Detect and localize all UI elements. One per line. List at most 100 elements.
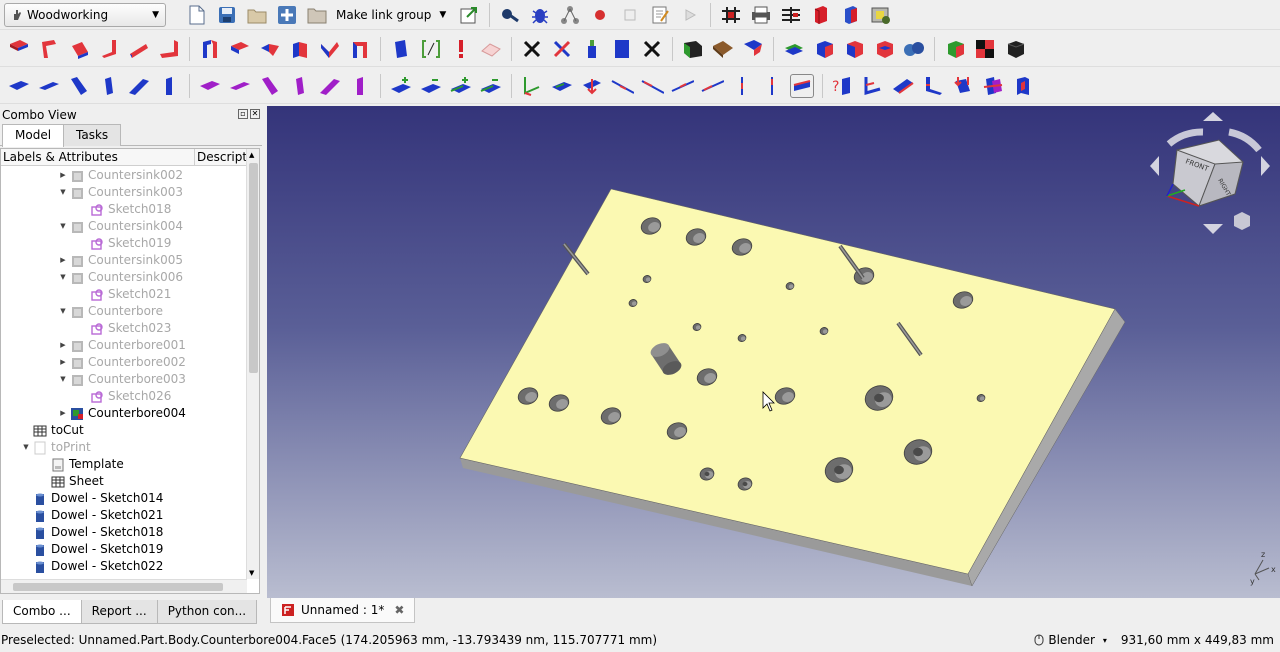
record-macro-button[interactable]: [588, 3, 612, 27]
tree-item-countersink006[interactable]: ▼ Countersink006: [1, 269, 247, 286]
tree-item-countersink003[interactable]: ▼ Countersink003: [1, 184, 247, 201]
panel-base-button[interactable]: [157, 37, 181, 61]
axis-button[interactable]: [520, 74, 544, 98]
tree-item-template[interactable]: Template: [1, 456, 247, 473]
tree-item-countersink002[interactable]: ▶ Countersink002: [1, 167, 247, 184]
magic-panel-button[interactable]: [869, 3, 893, 27]
add-part-button[interactable]: [275, 3, 299, 27]
shelf-top-button[interactable]: [228, 37, 252, 61]
wedge-board-button[interactable]: [891, 74, 915, 98]
tree-vertical-scrollbar[interactable]: ▲ ▼: [246, 149, 259, 579]
run-macro-button[interactable]: [678, 3, 702, 27]
mirror-z-button[interactable]: [258, 74, 282, 98]
add-minus-y-button[interactable]: [479, 74, 503, 98]
tree-item-sketch023[interactable]: Sketch023: [1, 320, 247, 337]
tree-item-counterbore003[interactable]: ▼ Counterbore003: [1, 371, 247, 388]
tree-item-tocut[interactable]: toCut: [1, 422, 247, 439]
panel-back-button[interactable]: [127, 37, 151, 61]
save-button[interactable]: [215, 3, 239, 27]
panel-corner-button[interactable]: [37, 37, 61, 61]
tree-horizontal-scrollbar[interactable]: [1, 579, 247, 593]
tab-tasks[interactable]: Tasks: [63, 124, 122, 146]
copy-z-button[interactable]: [348, 74, 372, 98]
group-folder-button[interactable]: [305, 3, 329, 27]
panel-top-button[interactable]: [67, 37, 91, 61]
tree-item-sketch026[interactable]: Sketch026: [1, 388, 247, 405]
open-folder-button[interactable]: [245, 3, 269, 27]
mirror-x-button[interactable]: [198, 74, 222, 98]
shelf-button[interactable]: [198, 37, 222, 61]
move-x-button[interactable]: [7, 74, 31, 98]
blue-panel-button[interactable]: [389, 37, 413, 61]
mixed-cube-button[interactable]: [872, 37, 896, 61]
collapse-icon[interactable]: ▼: [21, 439, 31, 456]
tree-item-counterbore002[interactable]: ▶ Counterbore002: [1, 354, 247, 371]
tree-item-countersink005[interactable]: ▶ Countersink005: [1, 252, 247, 269]
tree-item-toprint[interactable]: ▼ toPrint: [1, 439, 247, 456]
tree-item-dowel-sketch014[interactable]: Dowel - Sketch014: [1, 490, 247, 507]
rotate-y-button[interactable]: [127, 74, 151, 98]
3d-viewport[interactable]: FRONT RIGHT z x y: [267, 106, 1280, 598]
board-top-face[interactable]: [459, 188, 1116, 575]
add-plus-y-button[interactable]: [449, 74, 473, 98]
wood-board-button[interactable]: [711, 37, 735, 61]
tree-item-dowel-sketch021[interactable]: Dowel - Sketch021: [1, 507, 247, 524]
document-tab[interactable]: Unnamed : 1* ✖: [270, 598, 416, 623]
blue-red-cube-button[interactable]: [812, 37, 836, 61]
align-board-button[interactable]: [550, 74, 574, 98]
link-button[interactable]: [457, 3, 481, 27]
collapse-icon[interactable]: ▼: [58, 269, 68, 286]
tree-item-sketch018[interactable]: Sketch018: [1, 201, 247, 218]
bottle-button[interactable]: [580, 37, 604, 61]
tall-board-button[interactable]: [1011, 74, 1035, 98]
tree-item-sheet[interactable]: Sheet: [1, 473, 247, 490]
float-panel-button[interactable]: ▫: [238, 109, 248, 119]
labels-attributes-header[interactable]: Labels & Attributes: [1, 149, 195, 165]
scrollbar-thumb[interactable]: [249, 163, 258, 373]
expand-icon[interactable]: ▶: [58, 252, 68, 269]
delete-button[interactable]: [640, 37, 664, 61]
panel-front-button[interactable]: [7, 37, 31, 61]
line-red-button[interactable]: [640, 74, 664, 98]
eraser-button[interactable]: [479, 37, 503, 61]
collapse-icon[interactable]: ▼: [58, 371, 68, 388]
collapse-icon[interactable]: ▼: [58, 303, 68, 320]
description-header[interactable]: Descripti: [195, 149, 247, 165]
checker-button[interactable]: [973, 37, 997, 61]
shelf-angle-button[interactable]: [318, 37, 342, 61]
arrows-board-button[interactable]: [951, 74, 975, 98]
colored-board-button[interactable]: [741, 37, 765, 61]
green-box-button[interactable]: [681, 37, 705, 61]
rotate-x-button[interactable]: [97, 74, 121, 98]
scroll-up-icon[interactable]: ▲: [249, 151, 254, 159]
shelf-frame-button[interactable]: [348, 37, 372, 61]
rotate-z-button[interactable]: [157, 74, 181, 98]
tree-item-counterbore001[interactable]: ▶ Counterbore001: [1, 337, 247, 354]
blue-red-panel-button[interactable]: [839, 3, 863, 27]
copy-x-button[interactable]: [288, 74, 312, 98]
move-z-button[interactable]: [67, 74, 91, 98]
angle-board-button[interactable]: [861, 74, 885, 98]
shelf-side-button[interactable]: [288, 37, 312, 61]
tree-item-dowel-sketch022[interactable]: Dowel - Sketch022: [1, 558, 247, 575]
tree-item-sketch019[interactable]: Sketch019: [1, 235, 247, 252]
green-cube-button[interactable]: [943, 37, 967, 61]
red-panel-button[interactable]: [809, 3, 833, 27]
tab-model[interactable]: Model: [2, 124, 65, 147]
panel-side-button[interactable]: [97, 37, 121, 61]
tree-item-counterbore[interactable]: ▼ Counterbore: [1, 303, 247, 320]
warning-button[interactable]: [449, 37, 473, 61]
tab-python-console[interactable]: Python con...: [156, 600, 258, 624]
corner-board-button[interactable]: [921, 74, 945, 98]
add-minus-x-button[interactable]: [419, 74, 443, 98]
make-link-group-button[interactable]: Make link group ▼: [332, 3, 450, 27]
tree-item-countersink004[interactable]: ▼ Countersink004: [1, 218, 247, 235]
vertical-line2-button[interactable]: [760, 74, 784, 98]
expand-icon[interactable]: ▶: [58, 167, 68, 184]
blue-board-button[interactable]: [610, 37, 634, 61]
vertical-line-button[interactable]: [730, 74, 754, 98]
expand-icon[interactable]: ▶: [58, 405, 68, 422]
close-panel-button[interactable]: ✕: [250, 109, 260, 119]
stop-macro-button[interactable]: [618, 3, 642, 27]
black-cube-button[interactable]: [1003, 37, 1027, 61]
